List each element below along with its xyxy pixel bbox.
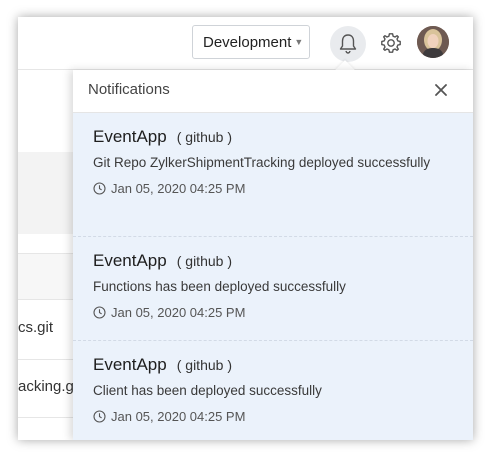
- background-divider: [18, 359, 78, 360]
- background-divider: [18, 299, 78, 300]
- background-row-text: acking.git: [18, 378, 82, 395]
- notifications-panel: Notifications EventApp ( github ) Git Re…: [73, 70, 473, 440]
- notification-item[interactable]: EventApp ( github ) Client has been depl…: [73, 341, 473, 440]
- close-icon: [435, 84, 447, 96]
- notification-time: Jan 05, 2020 04:25 PM: [93, 409, 453, 424]
- user-avatar[interactable]: [417, 26, 449, 58]
- notification-source: ( github ): [176, 129, 232, 145]
- notification-timestamp: Jan 05, 2020 04:25 PM: [111, 181, 246, 196]
- clock-icon: [93, 182, 106, 195]
- notification-message: Git Repo ZylkerShipmentTracking deployed…: [93, 155, 431, 170]
- notifications-header: Notifications: [73, 70, 473, 113]
- notification-message: Functions has been deployed successfully: [93, 279, 346, 294]
- notification-app-name: EventApp: [93, 127, 167, 146]
- background-gray-block: [18, 152, 78, 234]
- notification-time: Jan 05, 2020 04:25 PM: [93, 305, 453, 320]
- notification-app-name: EventApp: [93, 251, 167, 270]
- background-header-row: [18, 254, 78, 299]
- environment-label: Development: [203, 33, 292, 51]
- clock-icon: [93, 306, 106, 319]
- chevron-down-icon: ▼: [294, 37, 304, 47]
- notifications-button[interactable]: [330, 26, 366, 62]
- background-row-text: cs.git: [18, 319, 54, 336]
- notification-time: Jan 05, 2020 04:25 PM: [93, 181, 453, 196]
- avatar-image: [417, 26, 449, 58]
- notification-source: ( github ): [176, 253, 232, 269]
- notification-list: EventApp ( github ) Git Repo ZylkerShipm…: [73, 113, 473, 440]
- settings-button[interactable]: [376, 27, 406, 59]
- panel-title: Notifications: [88, 81, 170, 98]
- gear-icon: [381, 33, 401, 53]
- notification-item[interactable]: EventApp ( github ) Git Repo ZylkerShipm…: [73, 113, 473, 237]
- close-button[interactable]: [431, 80, 451, 100]
- bell-icon: [339, 34, 357, 54]
- clock-icon: [93, 410, 106, 423]
- background-divider: [18, 417, 78, 418]
- notification-timestamp: Jan 05, 2020 04:25 PM: [111, 305, 246, 320]
- notification-message: Client has been deployed successfully: [93, 383, 322, 398]
- top-bar: Development ▼: [18, 17, 473, 70]
- notification-timestamp: Jan 05, 2020 04:25 PM: [111, 409, 246, 424]
- app-window: Development ▼ cs.git acking.git Notifica…: [18, 17, 473, 440]
- notification-item[interactable]: EventApp ( github ) Functions has been d…: [73, 237, 473, 341]
- notification-app-name: EventApp: [93, 355, 167, 374]
- environment-dropdown[interactable]: Development ▼: [192, 25, 310, 59]
- notification-source: ( github ): [176, 357, 232, 373]
